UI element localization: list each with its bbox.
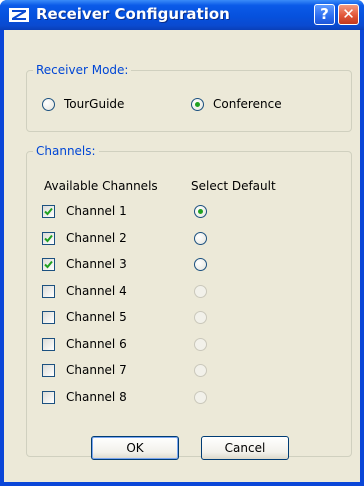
- channel-6-checkbox[interactable]: [42, 338, 55, 351]
- channel-3-checkbox[interactable]: [42, 258, 55, 271]
- channel-7-label[interactable]: Channel 7: [66, 363, 127, 377]
- cancel-button[interactable]: Cancel: [201, 436, 289, 460]
- channel-4-default-radio: [194, 285, 207, 298]
- available-channels-header: Available Channels: [44, 179, 158, 193]
- channel-6-label[interactable]: Channel 6: [66, 337, 127, 351]
- channel-7-default-radio: [194, 364, 207, 377]
- dialog-window: Receiver Configuration ? ✕ Receiver Mode…: [0, 0, 364, 486]
- help-button[interactable]: ?: [314, 4, 335, 25]
- channel-4-checkbox[interactable]: [42, 285, 55, 298]
- channel-5-default-radio: [194, 311, 207, 324]
- receiver-mode-conference-label[interactable]: Conference: [213, 97, 282, 111]
- check-mark-icon: [44, 207, 53, 216]
- check-mark-icon: [44, 260, 53, 269]
- channel-3-label[interactable]: Channel 3: [66, 257, 127, 271]
- channel-7-checkbox[interactable]: [42, 364, 55, 377]
- receiver-mode-tourguide-radio[interactable]: [42, 98, 55, 111]
- channel-2-default-radio[interactable]: [194, 232, 207, 245]
- receiver-mode-legend: Receiver Mode:: [33, 63, 132, 77]
- window-title: Receiver Configuration: [36, 5, 230, 23]
- close-icon: ✕: [342, 5, 355, 23]
- channel-8-default-radio: [194, 391, 207, 404]
- help-icon: ?: [320, 5, 329, 23]
- channel-1-label[interactable]: Channel 1: [66, 204, 127, 218]
- channel-5-checkbox[interactable]: [42, 311, 55, 324]
- check-mark-icon: [44, 234, 53, 243]
- receiver-mode-tourguide-label[interactable]: TourGuide: [64, 97, 124, 111]
- channel-2-label[interactable]: Channel 2: [66, 231, 127, 245]
- ok-button[interactable]: OK: [91, 436, 179, 460]
- select-default-header: Select Default: [191, 179, 276, 193]
- channel-6-default-radio: [194, 338, 207, 351]
- close-button[interactable]: ✕: [338, 4, 359, 25]
- channel-8-checkbox[interactable]: [42, 391, 55, 404]
- sennheiser-logo-icon: [9, 8, 29, 22]
- channel-2-checkbox[interactable]: [42, 232, 55, 245]
- dialog-client-area: Receiver Mode: TourGuide Conference Chann…: [4, 30, 360, 482]
- channel-1-checkbox[interactable]: [42, 205, 55, 218]
- channel-1-default-radio[interactable]: [194, 205, 207, 218]
- channel-3-default-radio[interactable]: [194, 258, 207, 271]
- channel-5-label[interactable]: Channel 5: [66, 310, 127, 324]
- channels-group: Channels:: [26, 144, 352, 457]
- channel-4-label[interactable]: Channel 4: [66, 284, 127, 298]
- receiver-mode-conference-radio[interactable]: [191, 98, 204, 111]
- title-bar[interactable]: Receiver Configuration ? ✕: [0, 0, 364, 30]
- channel-8-label[interactable]: Channel 8: [66, 390, 127, 404]
- channels-legend: Channels:: [33, 144, 99, 158]
